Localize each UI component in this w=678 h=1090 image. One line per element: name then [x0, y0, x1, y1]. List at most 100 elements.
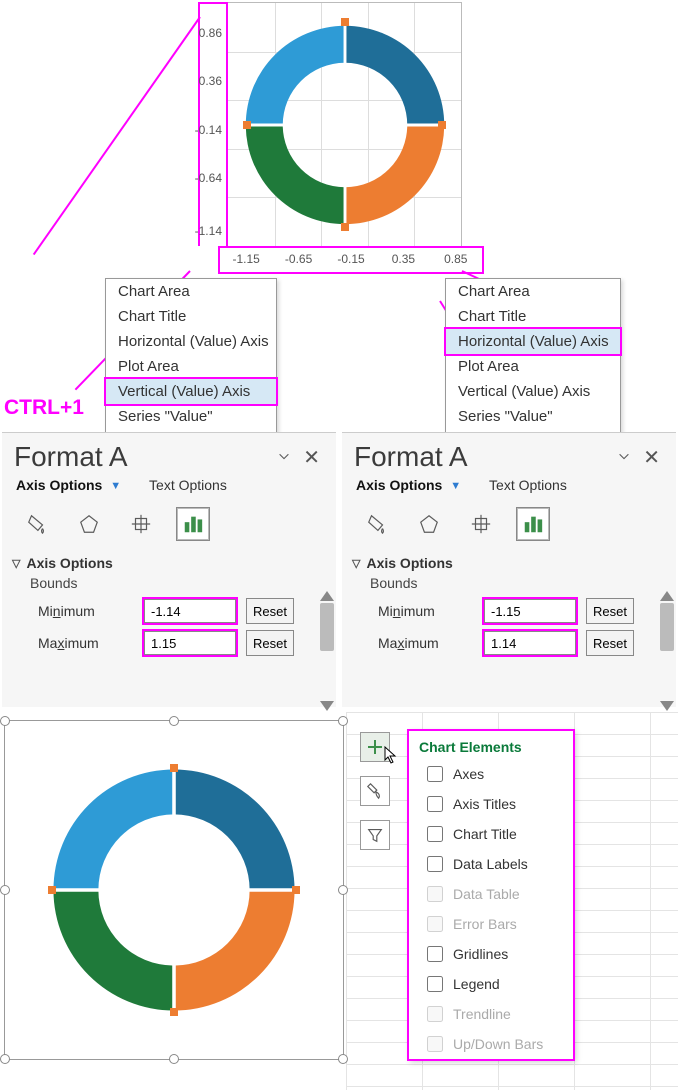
- reset-minimum-button[interactable]: Reset: [586, 598, 634, 624]
- chart-element-checkbox[interactable]: [427, 946, 443, 962]
- cursor-icon: [384, 746, 398, 769]
- selected-chart[interactable]: [4, 720, 344, 1060]
- chart-elements-popup: Chart Elements Axes Axis Titles Chart Titl…: [408, 730, 574, 1060]
- reset-minimum-button[interactable]: Reset: [246, 598, 294, 624]
- chart-element-item[interactable]: Chart Title: [409, 819, 573, 849]
- chart-element-item: Error Bars: [409, 909, 573, 939]
- effects-icon[interactable]: [412, 507, 446, 541]
- bounds-label: Bounds: [342, 573, 676, 595]
- close-pane-button[interactable]: ✕: [297, 443, 326, 472]
- chart-element-label: Data Labels: [453, 856, 528, 872]
- minimum-label: Minimum: [38, 603, 144, 619]
- select-item-vertical-axis[interactable]: Vertical (Value) Axis: [104, 377, 278, 406]
- options-dropdown-icon[interactable]: [271, 449, 297, 466]
- vertical-axis[interactable]: 0.86 0.36 -0.14 -0.64 -1.14: [198, 2, 228, 246]
- reset-maximum-button[interactable]: Reset: [586, 630, 634, 656]
- chart-element-item[interactable]: Axis Titles: [409, 789, 573, 819]
- axis-options-icon[interactable]: [176, 507, 210, 541]
- data-point: [438, 121, 446, 129]
- size-properties-icon[interactable]: [464, 507, 498, 541]
- chart-styles-button[interactable]: [360, 776, 390, 806]
- effects-icon[interactable]: [72, 507, 106, 541]
- chart-element-item: Up/Down Bars: [409, 1029, 573, 1059]
- select-item-series-value[interactable]: Series "Value": [106, 404, 276, 429]
- shortcut-hint: CTRL+1: [4, 396, 84, 420]
- leader-line: [33, 16, 201, 255]
- chart-element-checkbox[interactable]: [427, 976, 443, 992]
- maximum-label: Maximum: [378, 635, 484, 651]
- chevron-down-icon[interactable]: ▼: [110, 480, 121, 492]
- maximum-input[interactable]: [144, 631, 236, 655]
- chart-elements-title: Chart Elements: [409, 731, 573, 759]
- chart-element-checkbox[interactable]: [427, 856, 443, 872]
- section-axis-options[interactable]: ▽Axis Options: [342, 541, 676, 573]
- select-item-chart-title[interactable]: Chart Title: [106, 304, 276, 329]
- select-item-chart-area[interactable]: Chart Area: [446, 279, 620, 304]
- data-point: [170, 1008, 178, 1016]
- select-item-plot-area[interactable]: Plot Area: [446, 354, 620, 379]
- chevron-down-icon[interactable]: ▼: [450, 480, 461, 492]
- y-tick-label: 0.36: [199, 74, 222, 88]
- chart-element-label: Chart Title: [453, 826, 517, 842]
- chart-element-checkbox[interactable]: [427, 826, 443, 842]
- x-tick-label: 0.35: [392, 252, 415, 266]
- chart-element-item[interactable]: Data Labels: [409, 849, 573, 879]
- chart-element-selector[interactable]: Chart Area Chart Title Horizontal (Value…: [445, 278, 621, 455]
- minimum-input[interactable]: [144, 599, 236, 623]
- chart-element-selector[interactable]: Chart Area Chart Title Horizontal (Value…: [105, 278, 277, 455]
- select-item-chart-title[interactable]: Chart Title: [446, 304, 620, 329]
- chart-element-label: Axes: [453, 766, 484, 782]
- y-tick-label: -0.64: [195, 171, 222, 185]
- tab-axis-options[interactable]: Axis Options: [356, 477, 442, 493]
- scrollbar[interactable]: [660, 603, 674, 699]
- select-item-series-value[interactable]: Series "Value": [446, 404, 620, 429]
- select-item-plot-area[interactable]: Plot Area: [106, 354, 276, 379]
- minimum-input[interactable]: [484, 599, 576, 623]
- chart-element-label: Legend: [453, 976, 500, 992]
- data-point: [170, 764, 178, 772]
- chart-element-item[interactable]: Legend: [409, 969, 573, 999]
- tab-axis-options[interactable]: Axis Options: [16, 477, 102, 493]
- bounds-label: Bounds: [2, 573, 336, 595]
- scrollbar[interactable]: [320, 603, 334, 699]
- fill-line-icon[interactable]: [20, 507, 54, 541]
- chart-element-item: Data Table: [409, 879, 573, 909]
- chart-element-checkbox[interactable]: [427, 766, 443, 782]
- axis-options-icon[interactable]: [516, 507, 550, 541]
- data-point: [341, 18, 349, 26]
- x-tick-label: 0.85: [444, 252, 467, 266]
- reset-maximum-button[interactable]: Reset: [246, 630, 294, 656]
- options-dropdown-icon[interactable]: [611, 449, 637, 466]
- chart-element-checkbox: [427, 916, 443, 932]
- tab-text-options[interactable]: Text Options: [489, 477, 567, 493]
- horizontal-axis[interactable]: -1.15 -0.65 -0.15 0.35 0.85: [218, 246, 484, 274]
- data-point: [48, 886, 56, 894]
- chart-element-checkbox: [427, 1036, 443, 1052]
- chart-element-checkbox: [427, 1006, 443, 1022]
- close-pane-button[interactable]: ✕: [637, 443, 666, 472]
- select-item-vertical-axis[interactable]: Vertical (Value) Axis: [446, 379, 620, 404]
- y-tick-label: -1.14: [195, 224, 222, 238]
- fill-line-icon[interactable]: [360, 507, 394, 541]
- doughnut-chart: [44, 760, 304, 1020]
- maximum-input[interactable]: [484, 631, 576, 655]
- chart-element-item[interactable]: Axes: [409, 759, 573, 789]
- x-tick-label: -1.15: [233, 252, 260, 266]
- data-point: [341, 223, 349, 231]
- pane-title: Format A: [354, 441, 468, 473]
- chart-element-checkbox[interactable]: [427, 796, 443, 812]
- chart-element-item[interactable]: Gridlines: [409, 939, 573, 969]
- chart-element-label: Trendline: [453, 1006, 511, 1022]
- tab-text-options[interactable]: Text Options: [149, 477, 227, 493]
- select-item-chart-area[interactable]: Chart Area: [106, 279, 276, 304]
- pane-title: Format A: [14, 441, 128, 473]
- x-tick-label: -0.15: [337, 252, 364, 266]
- select-item-horizontal-axis[interactable]: Horizontal (Value) Axis: [444, 327, 622, 356]
- chart-filters-button[interactable]: [360, 820, 390, 850]
- select-item-horizontal-axis[interactable]: Horizontal (Value) Axis: [106, 329, 276, 354]
- y-tick-label: -0.14: [195, 123, 222, 137]
- section-axis-options[interactable]: ▽Axis Options: [2, 541, 336, 573]
- data-point: [243, 121, 251, 129]
- minimum-label: Minimum: [378, 603, 484, 619]
- size-properties-icon[interactable]: [124, 507, 158, 541]
